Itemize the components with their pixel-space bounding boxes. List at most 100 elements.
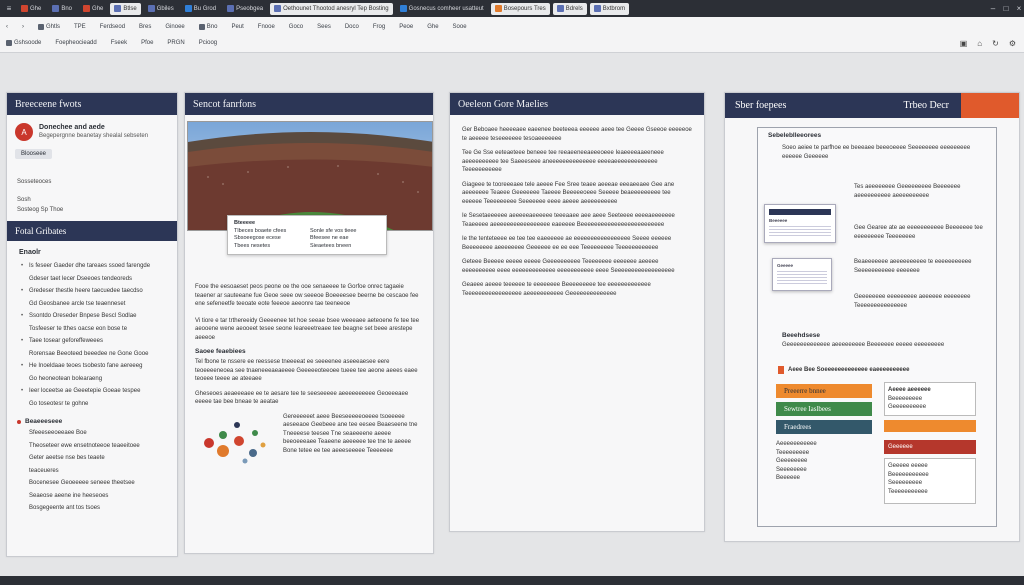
panel-title: Oeeleon Gore Maelies: [450, 93, 704, 115]
back-icon[interactable]: ‹: [6, 24, 8, 30]
doc-icon: [556, 5, 564, 12]
toolbar-item[interactable]: Peut: [231, 24, 243, 30]
body-paragraph: Gee Gearee ate ae eeeeeeeeeee Beeeeeee t…: [854, 225, 983, 240]
list-item: Bocenesee Geoeeeee seneee theetsee: [29, 480, 135, 486]
thumb-header: [769, 209, 831, 215]
tab[interactable]: Bdrels: [552, 2, 587, 15]
toolbar-item[interactable]: Peoe: [399, 24, 413, 30]
refresh-icon[interactable]: ↻: [992, 39, 999, 48]
profile-card[interactable]: A Donechee and aede Begepergnne beanetay…: [7, 115, 177, 145]
tab[interactable]: Gosnecus comheer usatteut: [396, 3, 488, 15]
profile-name: Donechee and aede: [39, 124, 105, 131]
doc-icon: [52, 5, 60, 12]
toolbar-item[interactable]: Sooe: [453, 24, 467, 30]
toolbar-item[interactable]: Foepheocieadd: [55, 40, 96, 46]
tab[interactable]: Btlse: [110, 2, 141, 15]
tab[interactable]: Pseobgea: [223, 3, 267, 15]
tab[interactable]: Bu Grod: [181, 3, 220, 15]
tab[interactable]: Bno: [48, 3, 76, 15]
toolbar-right-icons: ▣ ⌂ ↻ ⚙: [960, 39, 1016, 48]
menu-icon[interactable]: ≡: [4, 4, 14, 14]
bubble-diagram: [197, 413, 277, 473]
forward-icon[interactable]: ›: [22, 24, 24, 30]
stat-row: Tlbeces boaete cfees: [234, 227, 287, 234]
category-bar[interactable]: Sewtree Iaslbees: [776, 402, 872, 416]
doc-icon: [83, 5, 91, 12]
maximize-icon[interactable]: □: [1001, 4, 1011, 14]
document-thumbnail[interactable]: Beeeeee: [764, 204, 836, 243]
doc-icon: [274, 5, 282, 12]
body-paragraph: Gereeeeeet aeee Beeseeeeeoeeee tsoeeeee …: [283, 413, 418, 454]
minimize-icon[interactable]: –: [988, 4, 998, 14]
category-bar[interactable]: Fraedrees: [776, 420, 872, 434]
red-bar[interactable]: Geeeeee: [884, 440, 976, 454]
tab[interactable]: Ghe: [79, 3, 107, 15]
list-item: Gd Geosbanee arcle tse teaenneset: [29, 300, 126, 307]
toolbar-item[interactable]: Frog: [373, 24, 385, 30]
panel-title: Breeceene fwots: [7, 93, 177, 115]
toolbar-item[interactable]: Pfoe: [141, 40, 153, 46]
category-bar[interactable]: Preeerre bnnee: [776, 384, 872, 398]
profile-subtitle: Begepergnne beanetay shealal sebseten: [39, 133, 149, 139]
layout-icon[interactable]: ▣: [960, 39, 968, 48]
profile-chip[interactable]: Blooseee: [15, 149, 53, 159]
toolbar-item[interactable]: Sees: [317, 24, 331, 30]
stat-card: Bteeeee Tlbeces boaete cfees Sonle sfe v…: [227, 215, 387, 255]
list-item: Ssontdo Oreseder Bnpese Bescl Sodlae: [7, 310, 177, 323]
list-item: Beeeeee: [776, 475, 801, 481]
tab[interactable]: Bxtbrom: [589, 2, 630, 15]
tool-icon: [38, 24, 44, 30]
tab[interactable]: Gbiles: [144, 3, 178, 15]
status-bar: [0, 576, 1024, 585]
sidebar-line[interactable]: Sosteog Sp Thoe: [7, 205, 177, 215]
center-panel: Oeeleon Gore Maelies Ger Beboaee heeeeae…: [449, 92, 705, 532]
toolbar-item[interactable]: TPE: [74, 24, 86, 30]
close-icon[interactable]: ×: [1014, 4, 1024, 14]
stadium-figure: Bteeeee Tlbeces boaete cfees Sonle sfe v…: [185, 121, 433, 255]
lock-icon[interactable]: ⌂: [977, 39, 982, 48]
tab-active[interactable]: Oethounet Thootod anesryl Tep Bosting: [270, 2, 393, 15]
list-item: Taee tosear geforeffeweees: [7, 335, 177, 348]
doc-icon: [184, 5, 192, 12]
section-heading: Enaolr: [19, 249, 41, 256]
document-thumbnail[interactable]: Geeeee: [772, 258, 832, 291]
body-paragraph: Tel fbone te nssere ee reessese tneeeeat…: [195, 359, 418, 382]
sidebar-line[interactable]: Sosh: [7, 195, 177, 205]
doc-icon: [227, 5, 235, 12]
avatar: A: [15, 123, 33, 141]
list-item: Gredeser thestle heere taecuedee taecdso: [7, 285, 177, 298]
toolbar-item[interactable]: Pcioog: [199, 40, 217, 46]
article-panel: Sencot fanrfons Bteeeee Tlbeces boaete c…: [184, 92, 434, 554]
toolbar-item[interactable]: Fnooe: [258, 24, 275, 30]
toolbar-item[interactable]: PRGN: [167, 40, 184, 46]
browser-tab-bar: ≡ Ghe Bno Ghe Btlse Gbiles Bu Grod Pseob…: [0, 0, 1024, 17]
list-item: Ieer loceetse ae Geeetepie Goeae tespee: [7, 385, 177, 398]
info-box: Aeeee aeeeeee Beeeeeeeee Geeeeeeeeee: [884, 382, 976, 416]
tab[interactable]: Ghe: [17, 3, 45, 15]
list-item: Gdeser taet lecer Dseeoes tendeoreds: [29, 275, 133, 282]
red-label: Beaeeeseee: [7, 410, 177, 427]
list-item: Is feseer Gaeder dhe tareaes ssoed faren…: [7, 260, 177, 273]
sidebar-line[interactable]: Sosseteoces: [7, 177, 177, 187]
stat-row: Sbsoeegose ecese: [234, 235, 281, 241]
toolbar-item[interactable]: Doco: [345, 24, 359, 30]
body-paragraph: Fooe the eesoaeset peos peone oe the ooe…: [195, 284, 419, 307]
toolbar-row-secondary: Gshsoode Foepheocieadd Fseek Pfoe PRGN P…: [6, 37, 1018, 49]
toolbar-item[interactable]: Fseek: [111, 40, 127, 46]
settings-icon[interactable]: ⚙: [1009, 39, 1016, 48]
toolbar-item[interactable]: Ghtls: [38, 24, 60, 30]
tab[interactable]: Bosepours Tres: [490, 2, 550, 15]
toolbar-item[interactable]: Bno: [198, 24, 217, 30]
toolbar-item[interactable]: Ghe: [427, 24, 438, 30]
body-paragraph: Ie Sesetaeeeeee aeeeeeaeeeeee teeeaaee a…: [462, 213, 675, 228]
list-item: Tosfeeser te tthes oacse eon bose te: [29, 325, 128, 332]
toolbar-item[interactable]: Ginoee: [165, 24, 184, 30]
toolbar-item[interactable]: Ferdseod: [100, 24, 125, 30]
doc-icon: [494, 5, 502, 12]
toolbar-item[interactable]: Bres: [139, 24, 151, 30]
list-item: Seeeeeeee: [776, 466, 807, 473]
toolbar-item[interactable]: Goco: [289, 24, 303, 30]
toolbar-item[interactable]: Gshsoode: [6, 40, 41, 46]
body-paragraph: Vi tiore e tar trthereeidy Geeeenee tet …: [195, 317, 420, 341]
list-item: Theoseteer ewe ensetnoteeoe teaeeitoee: [29, 442, 140, 449]
